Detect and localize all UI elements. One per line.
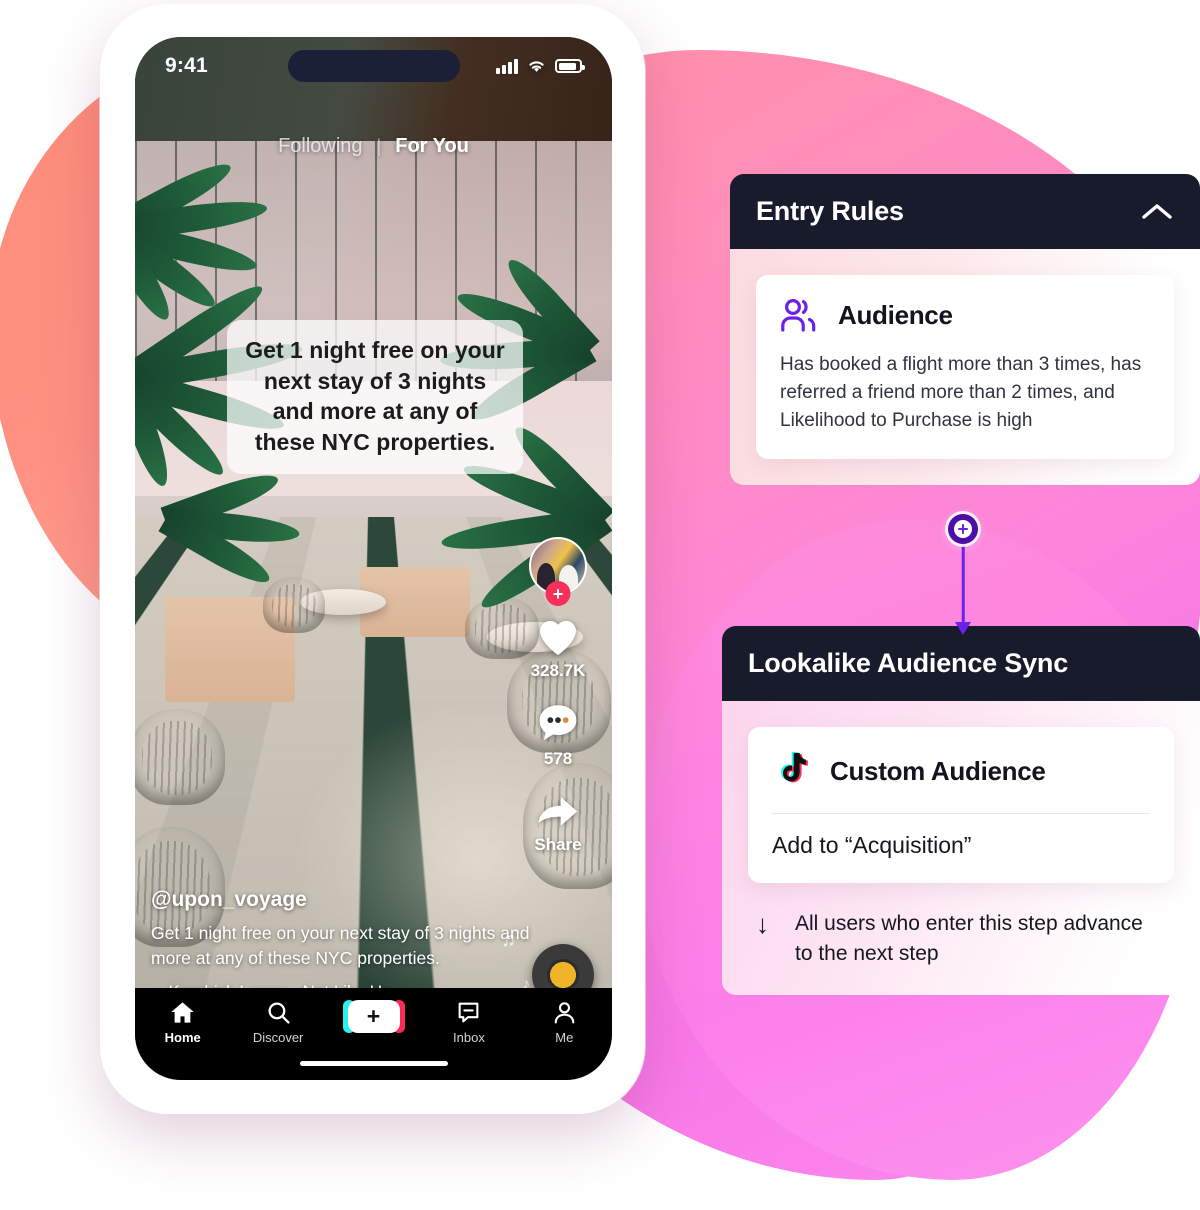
plus-glyph: + (366, 1003, 381, 1029)
nav-label-home: Home (164, 1030, 201, 1045)
inbox-icon (459, 1002, 479, 1023)
entry-rules-body: Audience Has booked a flight more than 3… (730, 249, 1200, 486)
entry-rules-header[interactable]: Entry Rules (730, 174, 1200, 249)
like-count: 328.7K (530, 661, 586, 680)
lookalike-audience-sync-card: Lookalike Audience Sync Custom Audience … (722, 626, 1200, 995)
status-bar: 9:41 (135, 37, 612, 95)
nav-item-discover[interactable]: Discover (230, 1000, 325, 1045)
flow-connector (940, 500, 986, 640)
tab-for-you[interactable]: For You (395, 135, 469, 158)
audience-rule-description: Has booked a flight more than 3 times, h… (780, 354, 1142, 432)
phone-screen: 9:41 Following | For You Get 1 night fre… (135, 37, 612, 1080)
custom-audience-header: Custom Audience (772, 749, 1150, 793)
tiktok-icon (780, 752, 808, 783)
bottom-nav[interactable]: Home Discover + Inbox Me (135, 988, 612, 1080)
custom-audience-action: Add to “Acquisition” (772, 832, 972, 858)
cellular-bars-icon (496, 58, 518, 74)
share-label: Share (534, 835, 582, 854)
audience-rule-title: Audience (838, 299, 953, 330)
custom-audience-card[interactable]: Custom Audience Add to “Acquisition” (748, 727, 1174, 883)
audience-rule-card[interactable]: Audience Has booked a flight more than 3… (756, 275, 1174, 460)
nav-item-home[interactable]: Home (135, 1000, 230, 1045)
canvas: 9:41 Following | For You Get 1 night fre… (0, 0, 1200, 1210)
scene-chair (135, 709, 225, 805)
sync-card-body: Custom Audience Add to “Acquisition” ↓ A… (722, 701, 1200, 995)
caption-text: Get 1 night free on your next stay of 3 … (151, 923, 530, 969)
advance-note-text: All users who enter this step advance to… (795, 912, 1143, 965)
battery-icon (555, 59, 585, 73)
status-indicators (496, 58, 585, 74)
nav-item-create[interactable]: + (326, 1000, 421, 1033)
arrow-down-icon: ↓ (756, 909, 769, 939)
status-clock: 9:41 (165, 54, 208, 77)
nav-item-inbox[interactable]: Inbox (421, 1000, 516, 1045)
comment-count: 578 (543, 749, 573, 768)
nav-label-discover: Discover (252, 1030, 304, 1045)
chevron-up-icon[interactable] (1140, 201, 1174, 223)
advance-note: ↓ All users who enter this step advance … (748, 909, 1174, 969)
music-note-icon: ♫ (501, 929, 516, 951)
nav-item-me[interactable]: Me (517, 1000, 612, 1045)
card-divider (772, 813, 1150, 814)
sticker-text: Get 1 night free on your next stay of 3 … (245, 337, 505, 455)
comment-button[interactable]: 578 (535, 701, 581, 769)
author-avatar-wrap[interactable]: + (529, 537, 587, 606)
video-caption: @upon_voyage Get 1 night free on your ne… (151, 888, 541, 1002)
action-rail[interactable]: + 328.7K 578 Share (520, 537, 596, 855)
follow-button[interactable]: + (545, 581, 571, 606)
entry-rules-title: Entry Rules (756, 196, 904, 226)
author-username[interactable]: @upon_voyage (151, 888, 541, 912)
scene-chair (263, 577, 325, 633)
video-text-sticker: Get 1 night free on your next stay of 3 … (227, 320, 523, 475)
connector-line (961, 530, 965, 626)
custom-audience-title: Custom Audience (830, 755, 1046, 786)
nav-label-inbox: Inbox (453, 1030, 485, 1045)
entry-rules-card: Entry Rules Audience Has booked a flight… (730, 174, 1200, 486)
dynamic-island (287, 50, 460, 82)
share-arrow-icon (538, 797, 578, 826)
comment-icon (539, 705, 577, 741)
home-icon (171, 1002, 194, 1023)
plus-create-icon[interactable]: + (342, 1000, 405, 1033)
audience-rule-header: Audience (780, 297, 1150, 333)
feed-tabs[interactable]: Following | For You (135, 135, 612, 158)
arrow-down-icon (955, 622, 971, 635)
search-icon (268, 1002, 290, 1024)
sync-card-title: Lookalike Audience Sync (748, 648, 1069, 678)
plus-node-icon[interactable] (948, 514, 978, 544)
person-icon (554, 1002, 575, 1024)
home-indicator (299, 1061, 448, 1066)
heart-icon (540, 620, 576, 656)
share-button[interactable]: Share (534, 789, 582, 855)
like-button[interactable]: 328.7K (530, 615, 586, 681)
wifi-icon (529, 61, 544, 72)
tab-following[interactable]: Following (278, 135, 362, 158)
audience-people-icon (781, 298, 816, 332)
nav-label-me: Me (555, 1030, 574, 1045)
tab-separator: | (376, 136, 382, 156)
